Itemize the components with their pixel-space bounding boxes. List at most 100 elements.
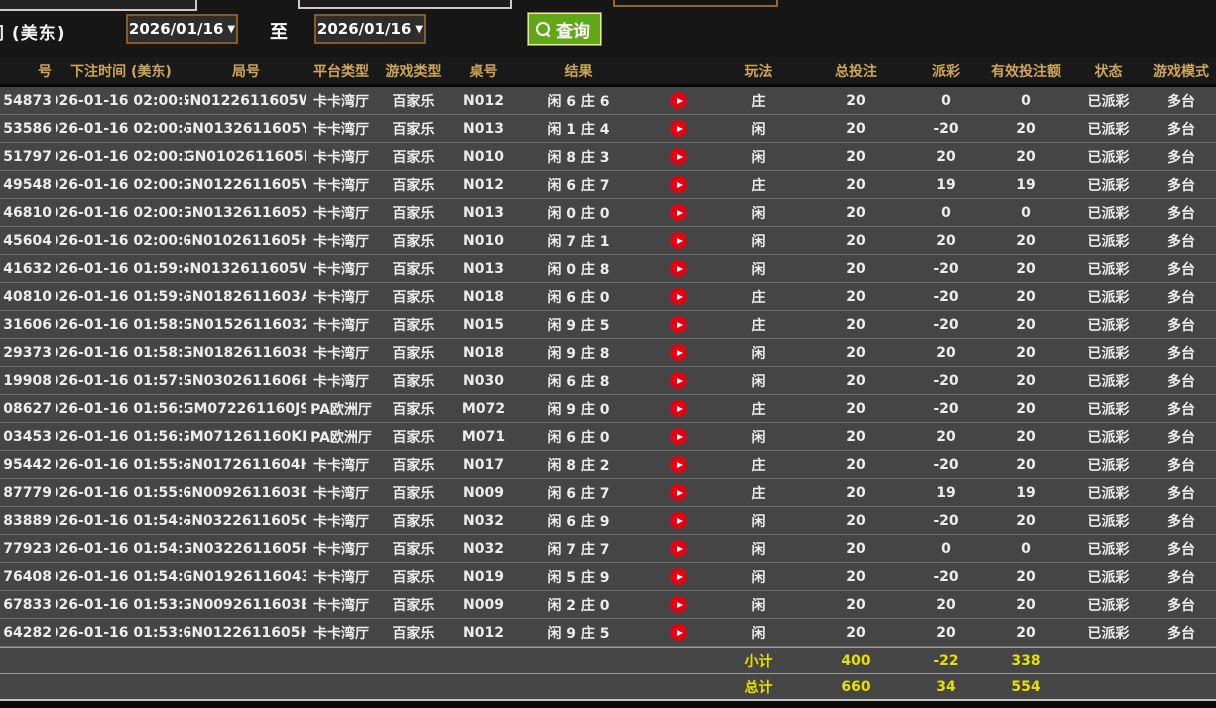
table-row: 41632 2026-01-16 01:59:44 GN0132611605W … (0, 255, 1216, 283)
result-cell: 闲 9 庄 0 (516, 395, 641, 422)
status-badge: 已派彩 (1071, 115, 1146, 142)
subtotal-total-bet: 400 (801, 648, 911, 673)
replay-cell (641, 199, 716, 226)
table-header-row: 号 下注时间 (美东) 局号 平台类型 游戏类型 桌号 结果 玩法 总投注 派彩… (0, 57, 1216, 87)
payout-cell: 20 (911, 339, 981, 366)
game-mode-cell: 多台 (1146, 619, 1216, 646)
table-no-cell: N012 (451, 87, 516, 114)
play-video-icon[interactable] (670, 288, 687, 305)
game-mode-cell: 多台 (1146, 563, 1216, 590)
table-row: 64282 2026-01-16 01:53:04 GN0122611605H … (0, 619, 1216, 647)
play-video-icon[interactable] (670, 316, 687, 333)
result-cell: 闲 7 庄 1 (516, 227, 641, 254)
bet-time-cell: 2026-01-16 01:53:26 (56, 591, 186, 618)
result-cell: 闲 6 庄 6 (516, 87, 641, 114)
valid-bet-cell: 20 (981, 451, 1071, 478)
play-video-icon[interactable] (670, 92, 687, 109)
play-video-icon[interactable] (670, 400, 687, 417)
table-row: 83889 2026-01-16 01:54:45 GN0322611605Q … (0, 507, 1216, 535)
platform-cell: 卡卡湾厅 (306, 479, 376, 506)
play-video-icon[interactable] (670, 512, 687, 529)
game-mode-cell: 多台 (1146, 171, 1216, 198)
total-bet-cell: 20 (801, 367, 911, 394)
payout-cell: -20 (911, 311, 981, 338)
replay-cell (641, 591, 716, 618)
game-type-cell: 百家乐 (376, 311, 451, 338)
platform-cell: 卡卡湾厅 (306, 507, 376, 534)
to-label: 至 (270, 18, 288, 44)
play-video-icon[interactable] (670, 484, 687, 501)
bet-time-cell: 2026-01-16 02:00:05 (56, 227, 186, 254)
play-video-icon[interactable] (670, 120, 687, 137)
bet-time-cell: 2026-01-16 01:56:30 (56, 423, 186, 450)
round-id-cell: GN0132611605X (186, 199, 306, 226)
total-payout: 34 (911, 674, 981, 700)
play-video-icon[interactable] (670, 540, 687, 557)
total-bet-cell: 20 (801, 479, 911, 506)
status-badge: 已派彩 (1071, 619, 1146, 646)
game-type-cell: 百家乐 (376, 591, 451, 618)
order-id-cell: 67833 (0, 591, 56, 618)
bet-time-cell: 2026-01-16 01:55:48 (56, 451, 186, 478)
cropped-input-middle[interactable] (298, 0, 512, 9)
round-id-cell: GN0102611605I (186, 143, 306, 170)
table-row: 31606 2026-01-16 01:58:50 GN01526116032 … (0, 311, 1216, 339)
bet-time-cell: 2026-01-16 02:00:10 (56, 199, 186, 226)
play-video-icon[interactable] (670, 204, 687, 221)
round-id-cell: GN0322611605Q (186, 507, 306, 534)
order-id-cell: 40810 (0, 283, 56, 310)
chevron-down-icon: ▼ (227, 24, 235, 35)
play-video-icon[interactable] (670, 176, 687, 193)
date-to-picker[interactable]: 2026/01/16 ▼ (314, 14, 426, 44)
platform-cell: 卡卡湾厅 (306, 591, 376, 618)
result-cell: 闲 6 庄 7 (516, 171, 641, 198)
play-video-icon[interactable] (670, 624, 687, 641)
col-game-mode: 游戏模式 (1146, 57, 1216, 84)
payout-cell: 20 (911, 423, 981, 450)
bet-type-cell: 闲 (716, 563, 801, 590)
payout-cell: -20 (911, 283, 981, 310)
result-cell: 闲 0 庄 8 (516, 255, 641, 282)
play-video-icon[interactable] (670, 428, 687, 445)
status-badge: 已派彩 (1071, 283, 1146, 310)
status-badge: 已派彩 (1071, 311, 1146, 338)
play-video-icon[interactable] (670, 456, 687, 473)
table-no-cell: N010 (451, 227, 516, 254)
table-no-cell: N013 (451, 255, 516, 282)
table-row: 49548 2026-01-16 02:00:25 GN0122611605V … (0, 171, 1216, 199)
table-no-cell: N013 (451, 115, 516, 142)
result-cell: 闲 5 庄 9 (516, 563, 641, 590)
replay-cell (641, 395, 716, 422)
play-video-icon[interactable] (670, 148, 687, 165)
round-id-cell: GN0092611603D (186, 479, 306, 506)
play-video-icon[interactable] (670, 568, 687, 585)
col-bet-type: 玩法 (716, 57, 801, 84)
game-mode-cell: 多台 (1146, 227, 1216, 254)
play-video-icon[interactable] (670, 260, 687, 277)
bet-time-cell: 2026-01-16 01:53:04 (56, 619, 186, 646)
play-video-icon[interactable] (670, 232, 687, 249)
bet-records-table: 号 下注时间 (美东) 局号 平台类型 游戏类型 桌号 结果 玩法 总投注 派彩… (0, 57, 1216, 701)
search-button[interactable]: 查询 (528, 13, 601, 45)
bet-time-cell: 2026-01-16 01:59:41 (56, 283, 186, 310)
round-id-cell: GN0172611604H (186, 451, 306, 478)
col-valid-bet: 有效投注额 (981, 57, 1071, 84)
play-video-icon[interactable] (670, 344, 687, 361)
table-no-cell: N012 (451, 619, 516, 646)
game-type-cell: 百家乐 (376, 395, 451, 422)
round-id-cell: GN01926116043 (186, 563, 306, 590)
bet-type-cell: 闲 (716, 535, 801, 562)
play-video-icon[interactable] (670, 372, 687, 389)
status-badge: 已派彩 (1071, 143, 1146, 170)
date-from-picker[interactable]: 2026/01/16 ▼ (126, 14, 238, 44)
cropped-input-left[interactable] (0, 0, 197, 11)
total-bet-cell: 20 (801, 311, 911, 338)
cropped-input-right[interactable] (613, 0, 778, 7)
status-badge: 已派彩 (1071, 507, 1146, 534)
play-video-icon[interactable] (670, 596, 687, 613)
table-row: 19908 2026-01-16 01:57:52 GN0302611606B … (0, 367, 1216, 395)
replay-cell (641, 339, 716, 366)
bet-type-cell: 闲 (716, 591, 801, 618)
bet-type-cell: 闲 (716, 143, 801, 170)
result-cell: 闲 6 庄 8 (516, 367, 641, 394)
